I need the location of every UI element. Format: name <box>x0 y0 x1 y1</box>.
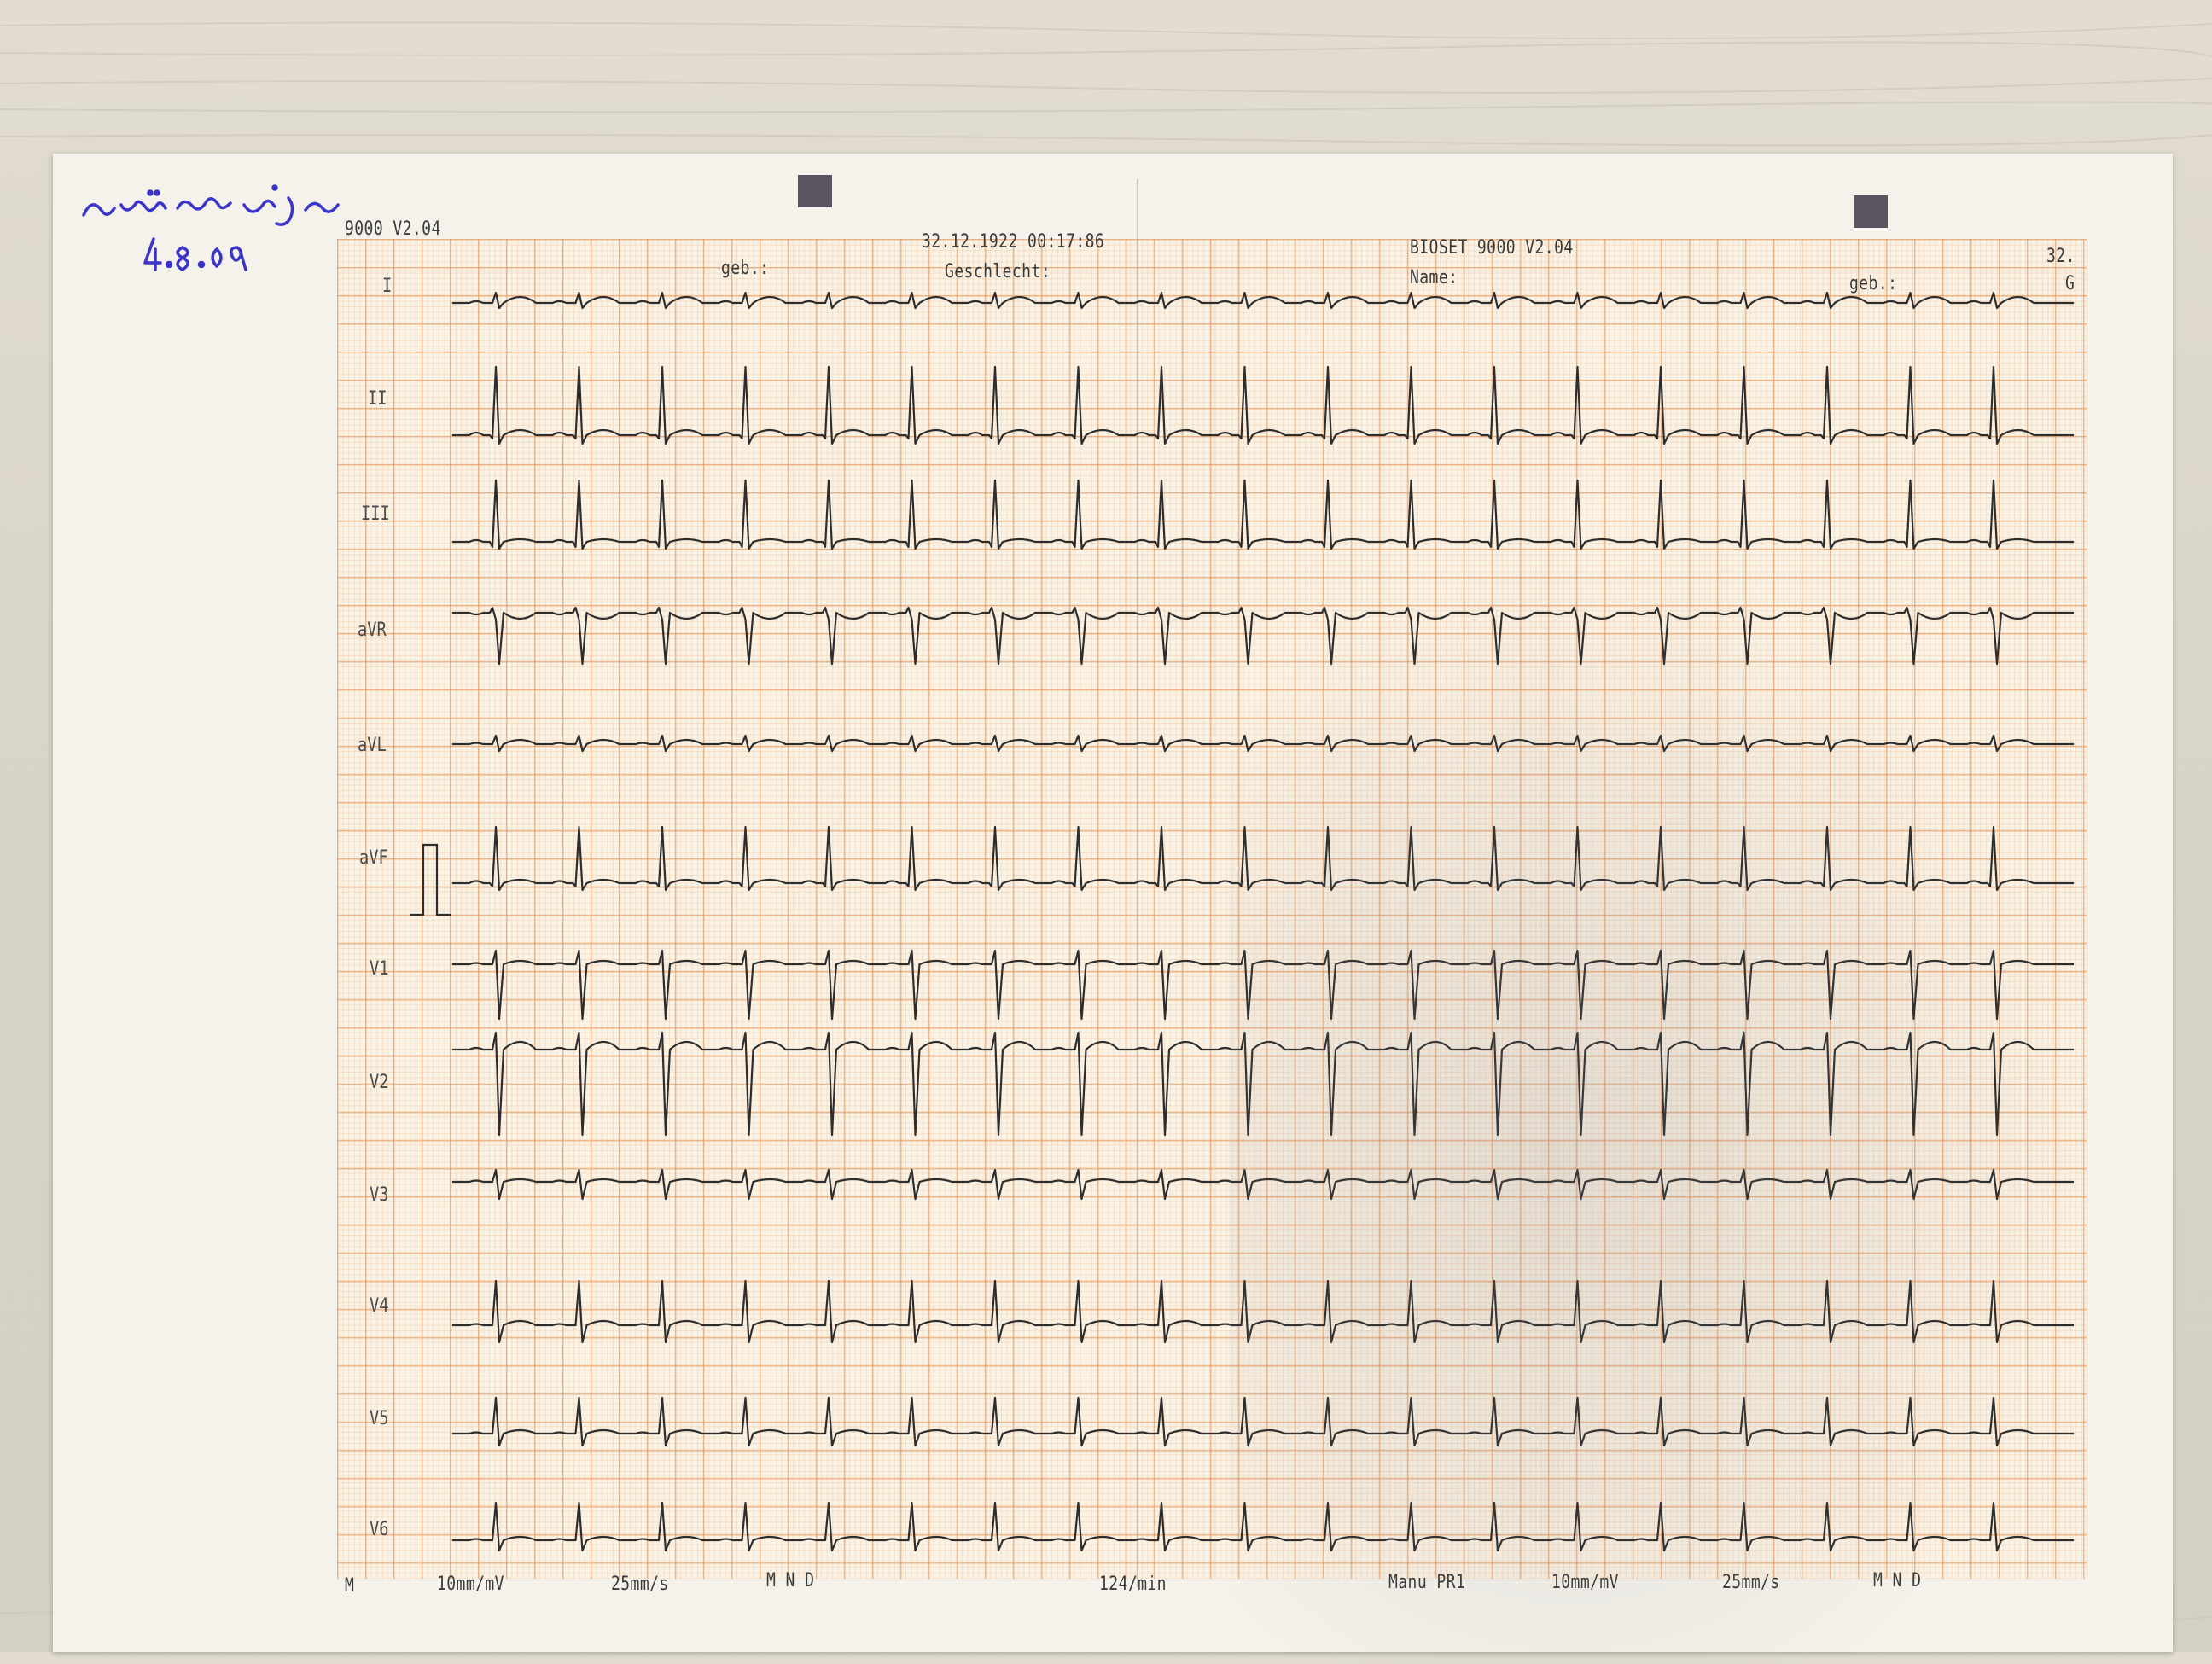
lead-label-aVL: aVL <box>358 735 387 756</box>
lead-label-III: III <box>361 503 390 525</box>
header-version-left: 9000 V2.04 <box>345 218 441 240</box>
header-date-right-edge: 32. <box>2046 246 2075 267</box>
sync-marker-right <box>1854 195 1888 228</box>
header-device-title: BIOSET 9000 V2.04 <box>1410 237 1574 259</box>
header-geb-left: geb.: <box>721 258 770 279</box>
header-name-label: Name: <box>1410 267 1458 288</box>
ecg-grid <box>337 239 2087 1579</box>
lead-label-II: II <box>368 388 387 410</box>
header-geschlecht-right-edge: G <box>2065 273 2075 294</box>
footer-mode: Manu PR1 <box>1388 1572 1466 1593</box>
handwritten-annotation <box>82 184 340 271</box>
lead-label-V5: V5 <box>370 1408 389 1429</box>
footer-filters-right: M N D <box>1873 1570 1922 1591</box>
lead-label-aVR: aVR <box>358 620 387 641</box>
footer-speed-right: 25mm/s <box>1722 1572 1780 1593</box>
footer-gain-right: 10mm/mV <box>1551 1572 1619 1593</box>
header-datetime-left: 32.12.1922 00:17:86 <box>922 231 1105 253</box>
lead-label-V6: V6 <box>370 1519 389 1540</box>
lead-label-V1: V1 <box>370 958 389 980</box>
footer-filters-left: M N D <box>766 1570 815 1591</box>
page-seam <box>1137 179 1138 1587</box>
lead-label-V3: V3 <box>370 1184 389 1206</box>
lead-label-V2: V2 <box>370 1072 389 1093</box>
footer-speed-left: 25mm/s <box>611 1574 669 1595</box>
header-geb-right: geb.: <box>1849 273 1898 294</box>
footer-gain-left: 10mm/mV <box>437 1574 504 1595</box>
footer-marker: M <box>345 1575 355 1597</box>
footer-heart-rate: 124/min <box>1099 1574 1167 1595</box>
lead-label-I: I <box>382 276 393 297</box>
lead-label-aVF: aVF <box>359 847 388 869</box>
lead-label-V4: V4 <box>370 1295 389 1317</box>
sync-marker-left <box>798 175 832 207</box>
header-geschlecht-left: Geschlecht: <box>945 261 1051 282</box>
